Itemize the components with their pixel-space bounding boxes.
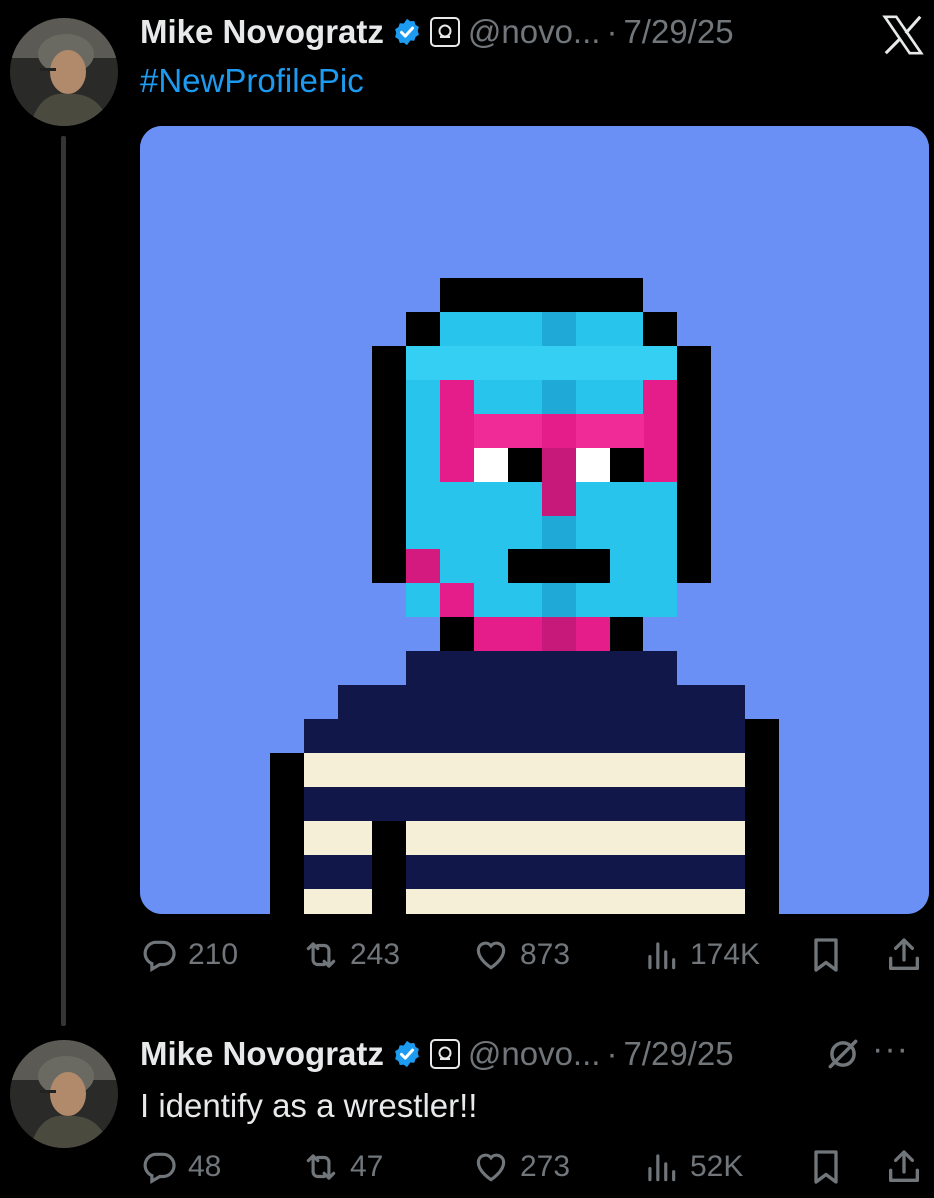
views-count: 52K: [690, 1150, 744, 1183]
share-icon: [889, 938, 919, 970]
like-count: 873: [520, 938, 571, 971]
heart-icon: [476, 1153, 506, 1182]
verified-badge-icon: [395, 1040, 419, 1068]
more-options-button[interactable]: ···: [872, 1030, 909, 1069]
views-count: 174K: [690, 938, 761, 971]
retweet-count: 47: [350, 1150, 384, 1183]
pixel-art-wrestler: [140, 126, 929, 914]
reply-icon: [143, 1152, 176, 1185]
bookmark-icon: [814, 1150, 838, 1184]
tweet-date[interactable]: 7/29/25: [623, 1035, 733, 1073]
reply-button[interactable]: 48: [140, 1142, 221, 1192]
reply-icon: [143, 940, 176, 973]
verified-badge-icon: [395, 18, 419, 46]
avatar[interactable]: [10, 1040, 118, 1148]
retweet-icon: [306, 942, 336, 968]
heart-icon: [476, 941, 506, 970]
share-button[interactable]: [884, 1142, 924, 1192]
tweet-date[interactable]: 7/29/25: [623, 13, 733, 51]
bookmark-button[interactable]: [806, 930, 846, 980]
author-handle[interactable]: @novo...: [468, 1035, 601, 1073]
grok-icon[interactable]: [824, 1035, 862, 1073]
bookmark-button[interactable]: [806, 1142, 846, 1192]
tweet-header: Mike Novogratz @novo... · 7/29/25: [140, 7, 734, 57]
views-button[interactable]: 174K: [642, 930, 760, 980]
share-icon: [889, 1150, 919, 1182]
tweet-text: I identify as a wrestler!!: [140, 1087, 478, 1124]
x-logo-icon: [882, 15, 924, 55]
retweet-icon: [306, 1154, 336, 1180]
author-name[interactable]: Mike Novogratz: [140, 13, 384, 51]
views-icon: [648, 1154, 676, 1182]
tweet-header: Mike Novogratz @novo... · 7/29/25: [140, 1029, 734, 1079]
reply-count: 48: [188, 1150, 222, 1183]
tweet-action-bar: 48 47 273 52K: [140, 1142, 926, 1192]
reply-button[interactable]: 210: [140, 930, 238, 980]
affiliate-badge-icon: [429, 17, 460, 47]
hashtag-link[interactable]: #NewProfilePic: [140, 62, 364, 100]
author-name[interactable]: Mike Novogratz: [140, 1035, 384, 1073]
avatar[interactable]: [10, 18, 118, 126]
views-icon: [648, 942, 676, 970]
bookmark-icon: [814, 938, 838, 972]
like-button[interactable]: 873: [472, 930, 570, 980]
reply-count: 210: [188, 938, 239, 971]
separator-dot: ·: [606, 1035, 618, 1072]
views-button[interactable]: 52K: [642, 1142, 743, 1192]
affiliate-badge-icon: [429, 1039, 460, 1069]
like-button[interactable]: 273: [472, 1142, 570, 1192]
share-button[interactable]: [884, 930, 924, 980]
like-count: 273: [520, 1150, 571, 1183]
thread-line: [61, 136, 66, 1026]
retweet-button[interactable]: 47: [302, 1142, 383, 1192]
tweet-media-image[interactable]: [140, 126, 929, 914]
retweet-button[interactable]: 243: [302, 930, 400, 980]
tweet-action-bar: 210 243 873 174K: [140, 930, 926, 980]
retweet-count: 243: [350, 938, 401, 971]
author-handle[interactable]: @novo...: [468, 13, 601, 51]
separator-dot: ·: [606, 13, 618, 50]
